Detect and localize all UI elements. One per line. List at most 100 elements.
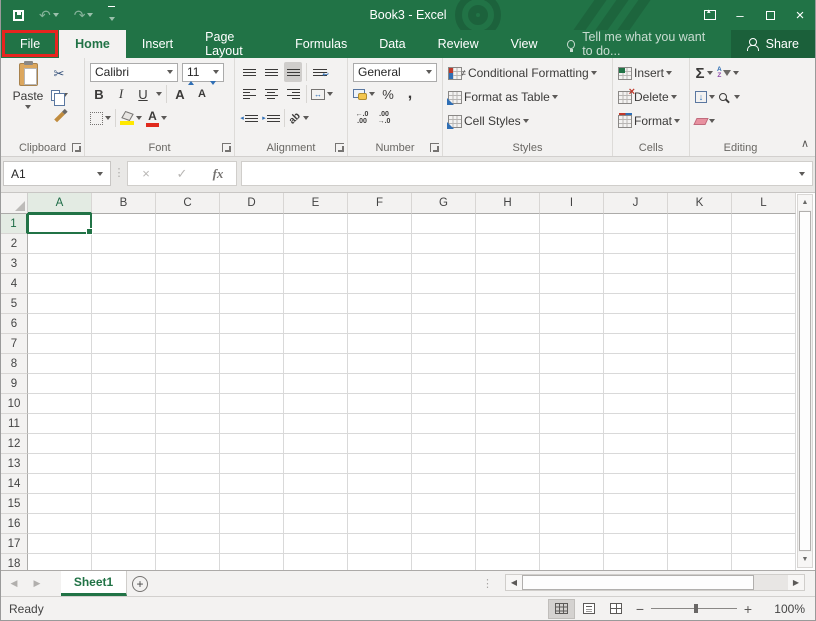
scroll-left-button[interactable]: ◀ (506, 575, 522, 590)
conditional-formatting-button[interactable]: ≠ Conditional Formatting (448, 63, 597, 83)
italic-button[interactable]: I (112, 84, 130, 104)
font-color-button[interactable]: A (146, 108, 167, 128)
scroll-right-button[interactable]: ▶ (788, 575, 804, 590)
collapse-ribbon-button[interactable]: ∧ (801, 137, 809, 150)
column-header-C[interactable]: C (156, 193, 220, 214)
row-header-1[interactable]: 1 (1, 214, 28, 234)
tab-data[interactable]: Data (363, 30, 421, 58)
customize-quick-access-button[interactable] (108, 6, 115, 24)
decrease-font-size-button[interactable]: A (193, 84, 211, 104)
scroll-down-button[interactable]: ▼ (798, 552, 812, 567)
number-dialog-launcher-icon[interactable] (430, 143, 439, 152)
row-header-9[interactable]: 9 (1, 374, 28, 394)
enter-button[interactable]: ✓ (164, 166, 200, 182)
autosum-button[interactable]: Σ (695, 63, 713, 83)
cut-button[interactable]: ✂ (50, 63, 68, 83)
column-header-F[interactable]: F (348, 193, 412, 214)
column-header-A[interactable]: A (28, 193, 92, 214)
minimize-button[interactable]: – (725, 0, 755, 30)
zoom-slider-thumb[interactable] (694, 604, 698, 613)
select-all-button[interactable] (1, 193, 28, 214)
share-button[interactable]: Share (731, 30, 815, 58)
row-header-5[interactable]: 5 (1, 294, 28, 314)
zoom-level[interactable]: 100% (759, 602, 805, 616)
format-painter-button[interactable] (50, 107, 68, 127)
row-header-10[interactable]: 10 (1, 394, 28, 414)
increase-decimal-button[interactable]: ←.0.00 (353, 108, 371, 128)
row-header-2[interactable]: 2 (1, 234, 28, 254)
column-header-J[interactable]: J (604, 193, 668, 214)
sheet-tab-sheet1[interactable]: Sheet1 (61, 571, 127, 596)
row-header-13[interactable]: 13 (1, 454, 28, 474)
row-header-3[interactable]: 3 (1, 254, 28, 274)
find-select-button[interactable] (719, 87, 740, 107)
column-header-E[interactable]: E (284, 193, 348, 214)
column-header-G[interactable]: G (412, 193, 476, 214)
name-box[interactable]: A1 (3, 161, 111, 186)
row-header-12[interactable]: 12 (1, 434, 28, 454)
alignment-dialog-launcher-icon[interactable] (335, 143, 344, 152)
increase-indent-button[interactable]: ▸ (262, 108, 280, 128)
maximize-button[interactable] (755, 0, 785, 30)
fill-button[interactable]: ↓ (695, 87, 715, 107)
column-header-L[interactable]: L (732, 193, 796, 214)
insert-function-button[interactable]: fx (200, 166, 236, 182)
page-layout-view-button[interactable] (575, 599, 602, 619)
number-format-select[interactable]: General (353, 63, 437, 82)
horizontal-scrollbar[interactable]: ◀ ▶ (505, 574, 805, 591)
decrease-decimal-button[interactable]: .00→.0 (375, 108, 393, 128)
previous-sheet-button[interactable]: ◀ (1, 571, 27, 596)
cells-area[interactable] (28, 214, 796, 570)
orientation-button[interactable]: ab (289, 108, 309, 128)
close-button[interactable]: × (785, 0, 815, 30)
dropdown-icon[interactable] (156, 92, 162, 96)
accounting-format-button[interactable] (353, 84, 375, 104)
new-sheet-button[interactable]: + (127, 571, 153, 596)
tab-home[interactable]: Home (59, 30, 126, 58)
percent-style-button[interactable]: % (379, 84, 397, 104)
format-as-table-button[interactable]: Format as Table (448, 87, 558, 107)
borders-button[interactable] (90, 108, 111, 128)
fill-color-button[interactable] (120, 108, 142, 128)
page-break-view-button[interactable] (602, 599, 629, 619)
insert-cells-button[interactable]: Insert (618, 63, 672, 83)
selected-cell[interactable] (27, 213, 92, 234)
increase-font-size-button[interactable]: A (171, 84, 189, 104)
clipboard-dialog-launcher-icon[interactable] (72, 143, 81, 152)
font-size-select[interactable]: 11 (182, 63, 224, 82)
copy-button[interactable] (50, 85, 68, 105)
row-header-17[interactable]: 17 (1, 534, 28, 554)
sort-filter-button[interactable]: AZ (717, 63, 739, 83)
expand-formula-bar-icon[interactable] (799, 172, 805, 176)
align-left-button[interactable] (240, 84, 258, 104)
row-header-6[interactable]: 6 (1, 314, 28, 334)
column-header-H[interactable]: H (476, 193, 540, 214)
merge-center-button[interactable]: ↔ (311, 84, 333, 104)
row-header-15[interactable]: 15 (1, 494, 28, 514)
tab-page-layout[interactable]: Page Layout (189, 30, 279, 58)
ribbon-display-options-button[interactable] (695, 0, 725, 30)
column-header-D[interactable]: D (220, 193, 284, 214)
horizontal-scroll-thumb[interactable] (522, 575, 754, 590)
scrollbar-resize-handle[interactable]: ⋮ (482, 577, 493, 590)
undo-button[interactable]: ↶ (39, 8, 59, 22)
tab-view[interactable]: View (495, 30, 554, 58)
font-name-select[interactable]: Calibri (90, 63, 178, 82)
center-button[interactable] (262, 84, 280, 104)
clear-button[interactable] (695, 111, 715, 131)
column-header-K[interactable]: K (668, 193, 732, 214)
bold-button[interactable]: B (90, 84, 108, 104)
font-dialog-launcher-icon[interactable] (222, 143, 231, 152)
decrease-indent-button[interactable]: ◂ (240, 108, 258, 128)
normal-view-button[interactable] (548, 599, 575, 619)
middle-align-button[interactable] (262, 62, 280, 82)
row-header-7[interactable]: 7 (1, 334, 28, 354)
row-header-4[interactable]: 4 (1, 274, 28, 294)
underline-button[interactable]: U (134, 84, 152, 104)
cancel-button[interactable]: × (128, 166, 164, 181)
horizontal-scroll-track[interactable] (754, 575, 788, 590)
wrap-text-button[interactable]: ↩ (311, 62, 329, 82)
top-align-button[interactable] (240, 62, 258, 82)
tab-file[interactable]: File (1, 30, 59, 58)
delete-cells-button[interactable]: Delete (618, 87, 677, 107)
